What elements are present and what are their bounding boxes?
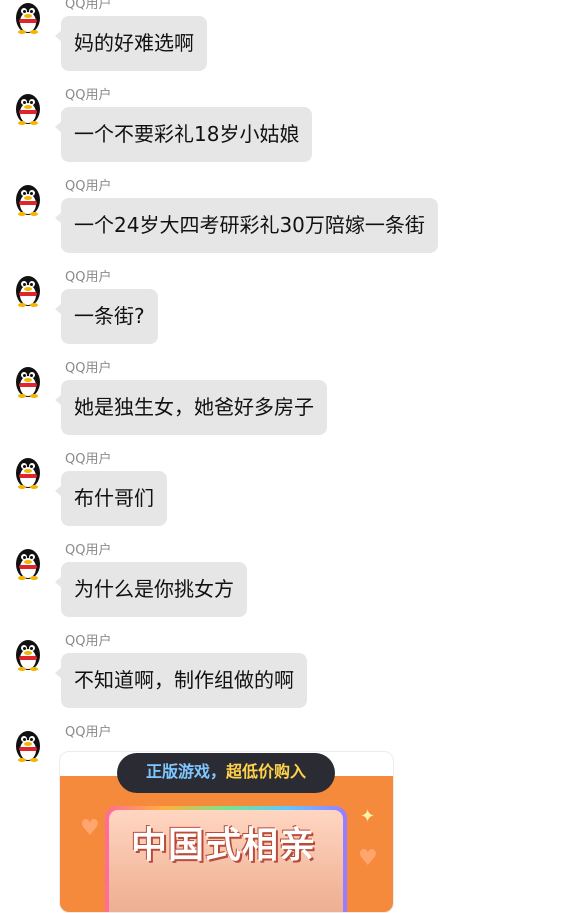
sparkle-icon: ✦ [360,806,376,827]
avatar[interactable] [11,637,45,671]
promo-tag-part1: 正版游戏， [145,764,226,781]
message-bubble[interactable]: 不知道啊，制作组做的啊 [55,653,307,708]
sender-name: QQ用户 [65,361,112,376]
avatar[interactable] [11,728,45,762]
message-bubble[interactable]: 一条街? [55,289,158,344]
game-poster: 中国式相亲 [105,806,347,912]
message-bubble[interactable]: 一个24岁大四考研彩礼30万陪嫁一条街 [55,198,438,253]
message-bubble[interactable]: 妈的好难选啊 [55,16,207,71]
avatar[interactable] [11,91,45,125]
promo-tag-part2: 超低价购入 [226,764,307,781]
game-poster-inner: 中国式相亲 [109,810,343,912]
image-message-card[interactable]: ♥ ♥ ✦ 正版游戏，超低价购入 中国式相亲 [59,751,394,913]
avatar[interactable] [11,455,45,489]
avatar[interactable] [11,546,45,580]
avatar[interactable] [11,364,45,398]
sender-name: QQ用户 [65,179,112,194]
message-bubble[interactable]: 一个不要彩礼18岁小姑娘 [54,107,313,162]
sender-name: QQ用户 [65,0,112,12]
message-bubble[interactable]: 为什么是你挑女方 [55,562,247,617]
sender-name: QQ用户 [65,452,112,467]
heart-icon: ♥ [358,846,378,871]
avatar[interactable] [11,182,45,216]
sender-name: QQ用户 [65,270,112,285]
poster-title: 中国式相亲 [131,824,317,866]
promo-tag: 正版游戏，超低价购入 [117,753,335,793]
sender-name: QQ用户 [65,543,112,558]
avatar[interactable] [11,0,45,34]
message-bubble[interactable]: 布什哥们 [55,471,167,526]
sender-name: QQ用户 [65,88,112,103]
heart-icon: ♥ [80,816,100,841]
message-bubble[interactable]: 她是独生女，她爸好多房子 [55,380,327,435]
avatar[interactable] [11,273,45,307]
sender-name: QQ用户 [65,634,112,649]
sender-name: QQ用户 [65,725,112,740]
